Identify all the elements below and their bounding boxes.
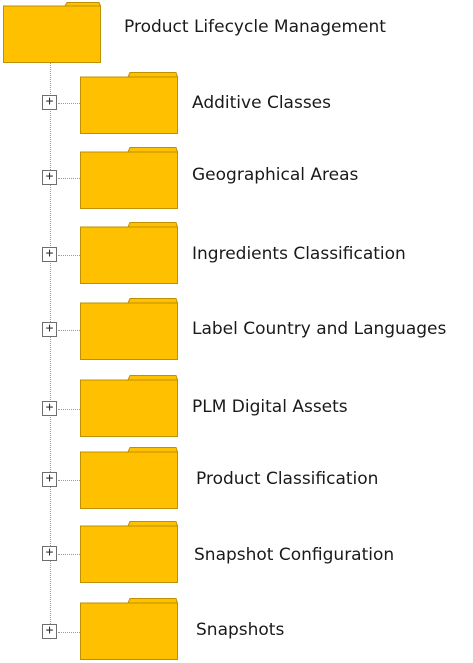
tree-node-label[interactable]: Ingredients Classification [192,244,406,264]
expand-button[interactable]: + [42,472,57,487]
tree-connector-line [58,409,80,410]
tree-connector-line [58,103,80,104]
tree-node-label[interactable]: Label Country and Languages [192,319,446,339]
folder-icon[interactable] [80,375,178,437]
tree-connector-line [58,632,80,633]
expand-button[interactable]: + [42,624,57,639]
tree-node-label[interactable]: Geographical Areas [192,165,358,185]
tree-node[interactable]: + Product Classification [0,447,473,511]
expand-button[interactable]: + [42,401,57,416]
folder-icon[interactable] [80,147,178,209]
tree-node-label[interactable]: Snapshot Configuration [194,545,394,565]
tree-connector-line [58,480,80,481]
tree-node[interactable]: + PLM Digital Assets [0,375,473,439]
expand-button[interactable]: + [42,322,57,337]
tree-root-label[interactable]: Product Lifecycle Management [124,17,386,37]
tree-node-label[interactable]: PLM Digital Assets [192,397,348,417]
folder-icon[interactable] [80,521,178,583]
folder-icon[interactable] [80,222,178,284]
tree-node-label[interactable]: Additive Classes [192,93,331,113]
expand-button[interactable]: + [42,170,57,185]
tree-connector-line [58,554,80,555]
tree-node[interactable]: + Additive Classes [0,72,473,136]
folder-icon[interactable] [80,598,178,660]
expand-button[interactable]: + [42,95,57,110]
tree-connector-line [58,330,80,331]
tree-node-label[interactable]: Product Classification [196,469,378,489]
tree-node[interactable]: + Ingredients Classification [0,222,473,286]
tree-node[interactable]: + Geographical Areas [0,147,473,211]
expand-button[interactable]: + [42,546,57,561]
expand-button[interactable]: + [42,247,57,262]
folder-icon[interactable] [80,447,178,509]
folder-icon[interactable] [80,72,178,134]
tree-node[interactable]: + Label Country and Languages [0,298,473,362]
folder-icon[interactable] [3,2,101,63]
tree-connector-line [58,178,80,179]
tree-node[interactable]: + Snapshot Configuration [0,521,473,585]
tree-view: Product Lifecycle Management + Additive … [0,0,473,663]
folder-icon[interactable] [80,298,178,360]
tree-node[interactable]: + Snapshots [0,598,473,662]
tree-node-label[interactable]: Snapshots [196,620,284,640]
tree-connector-line [58,255,80,256]
